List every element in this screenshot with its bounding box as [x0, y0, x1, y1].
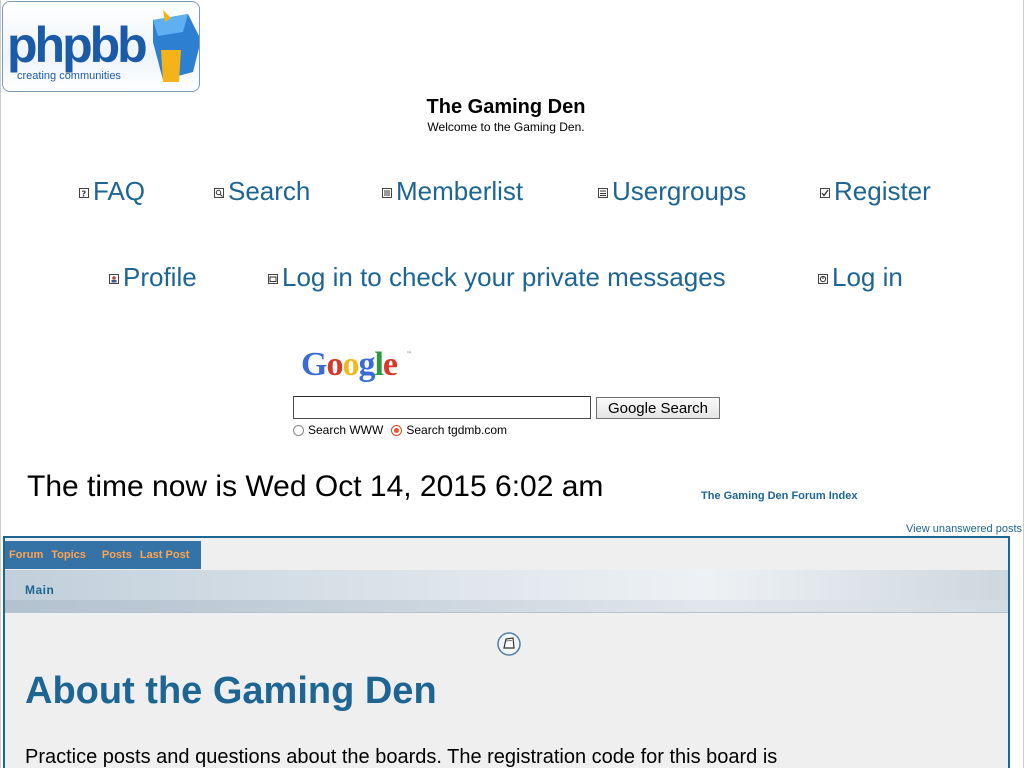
nav-search[interactable]: Search: [214, 176, 310, 207]
svg-text:?: ?: [82, 190, 87, 199]
radio-search-www-label: Search WWW: [308, 423, 384, 437]
nav-memberlist[interactable]: Memberlist: [382, 176, 523, 207]
column-last-post: Last Post: [139, 549, 190, 561]
nav-login-label: Log in: [832, 262, 903, 292]
nav-usergroups-label: Usergroups: [612, 176, 747, 206]
nav-faq-label: FAQ: [93, 176, 146, 206]
site-logo[interactable]: phpbb creating communities: [2, 1, 200, 92]
category-main-link[interactable]: Main: [25, 583, 54, 597]
radio-search-site-label: Search tgdmb.com: [406, 423, 508, 437]
login-icon: [818, 274, 828, 284]
site-description: Welcome to the Gaming Den.: [427, 120, 585, 134]
search-scope-options: Search WWW Search tgdmb.com: [293, 423, 515, 437]
forum-link-about[interactable]: About the Gaming Den: [25, 670, 437, 713]
current-time: The time now is Wed Oct 14, 2015 6:02 am: [27, 470, 604, 503]
forum-folder-icon: [497, 632, 521, 661]
nav-faq[interactable]: ? FAQ: [79, 176, 145, 207]
memberlist-icon: [382, 188, 392, 198]
column-forum: Forum: [9, 549, 44, 561]
column-topics: Topics: [51, 549, 86, 561]
nav-register[interactable]: Register: [820, 176, 931, 207]
phpbb-logo-graphic: phpbb creating communities: [7, 10, 199, 82]
nav-private-messages-label: Log in to check your private messages: [282, 262, 726, 292]
usergroups-icon: [598, 188, 608, 198]
svg-text:™: ™: [406, 351, 412, 358]
google-logo: Google ™: [301, 346, 412, 383]
register-icon: [820, 188, 830, 198]
message-icon: [268, 274, 278, 284]
page: phpbb creating communities The Gaming De…: [0, 0, 1024, 768]
logo-tagline: creating communities: [17, 70, 121, 82]
nav-search-label: Search: [228, 176, 311, 206]
logo-main-text: phpbb: [7, 17, 146, 73]
nav-login[interactable]: Log in: [818, 262, 903, 293]
radio-search-site[interactable]: [391, 424, 403, 436]
category-row: Main: [5, 570, 1008, 613]
nav-usergroups[interactable]: Usergroups: [598, 176, 746, 207]
forum-table-header: Forum Topics Posts Last Post: [5, 541, 201, 569]
nav-profile[interactable]: Profile: [109, 262, 197, 293]
radio-search-www[interactable]: [293, 424, 304, 436]
forum-description: Practice posts and questions about the b…: [25, 746, 778, 768]
forum-index-link[interactable]: The Gaming Den Forum Index: [701, 490, 857, 502]
view-unanswered-link[interactable]: View unanswered posts: [906, 523, 1022, 535]
profile-icon: [109, 274, 119, 284]
google-search-input[interactable]: [293, 396, 591, 419]
site-title: The Gaming Den: [426, 96, 586, 118]
faq-icon: ?: [79, 188, 89, 198]
nav-private-messages[interactable]: Log in to check your private messages: [268, 262, 726, 293]
svg-text:Google: Google: [301, 346, 398, 383]
forum-table: Forum Topics Posts Last Post Main About …: [3, 536, 1010, 768]
google-search-button[interactable]: Google Search: [596, 397, 720, 419]
nav-register-label: Register: [834, 176, 931, 206]
column-posts: Posts: [101, 549, 132, 561]
search-icon: [214, 188, 224, 198]
nav-profile-label: Profile: [123, 262, 197, 292]
nav-memberlist-label: Memberlist: [396, 176, 524, 206]
